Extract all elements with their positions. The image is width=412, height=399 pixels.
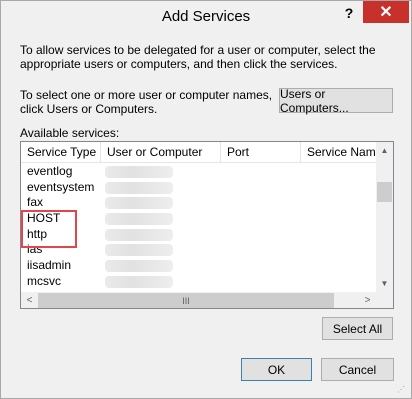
list-item[interactable]: fax	[21, 195, 376, 211]
users-or-computers-button[interactable]: Users or Computers...	[279, 87, 393, 115]
select-all-button[interactable]: Select All	[322, 317, 393, 340]
service-type-cell: mcsvc	[27, 273, 61, 288]
redacted-cell	[105, 244, 173, 257]
service-type-cell: iisadmin	[27, 258, 72, 273]
cancel-button[interactable]: Cancel	[321, 358, 394, 381]
redacted-cell	[105, 213, 173, 226]
service-type-cell: fax	[27, 195, 44, 210]
redacted-cell	[105, 166, 173, 178]
resize-grip-icon[interactable]: ⋰	[397, 386, 409, 397]
vertical-scroll-thumb[interactable]	[377, 182, 392, 202]
grip-icon: III	[182, 295, 190, 306]
redacted-cell	[105, 275, 173, 288]
scrollbar-corner	[376, 292, 393, 308]
title-bar: Add Services ? ✕	[1, 1, 411, 32]
available-services-label: Available services:	[20, 126, 120, 140]
vertical-scrollbar[interactable]: ▲ ▼	[376, 142, 393, 292]
redacted-cell	[105, 197, 173, 210]
scroll-right-icon[interactable]: >	[359, 292, 376, 308]
scroll-down-icon[interactable]: ▼	[376, 275, 393, 292]
add-services-dialog: Add Services ? ✕ To allow services to be…	[0, 0, 412, 399]
list-item[interactable]: eventsystem	[21, 180, 376, 196]
scroll-left-icon[interactable]: <	[21, 292, 38, 308]
redacted-cell	[105, 260, 173, 273]
help-button[interactable]: ?	[335, 2, 363, 24]
list-item[interactable]: iisadmin	[21, 258, 376, 274]
close-button[interactable]: ✕	[363, 1, 409, 23]
highlight-box	[21, 210, 77, 248]
horizontal-scroll-thumb[interactable]: III	[38, 293, 334, 308]
service-type-cell: eventlog	[27, 164, 73, 178]
column-service-name[interactable]: Service Name	[301, 142, 381, 163]
column-port[interactable]: Port	[221, 142, 301, 163]
service-type-cell: eventsystem	[27, 179, 95, 194]
redacted-cell	[105, 228, 173, 241]
list-item[interactable]: mcsvc	[21, 274, 376, 290]
ok-button[interactable]: OK	[241, 358, 312, 381]
select-prompt-text: To select one or more user or computer n…	[20, 88, 273, 116]
list-header: Service Type User or Computer Port Servi…	[21, 142, 381, 163]
scroll-up-icon[interactable]: ▲	[376, 142, 393, 159]
column-user-or-computer[interactable]: User or Computer	[101, 142, 221, 163]
column-service-type[interactable]: Service Type	[21, 142, 101, 163]
redacted-cell	[105, 181, 173, 194]
description-text: To allow services to be delegated for a …	[20, 43, 376, 71]
list-item[interactable]: eventlog	[21, 164, 376, 180]
horizontal-scrollbar[interactable]: < III >	[21, 292, 376, 308]
